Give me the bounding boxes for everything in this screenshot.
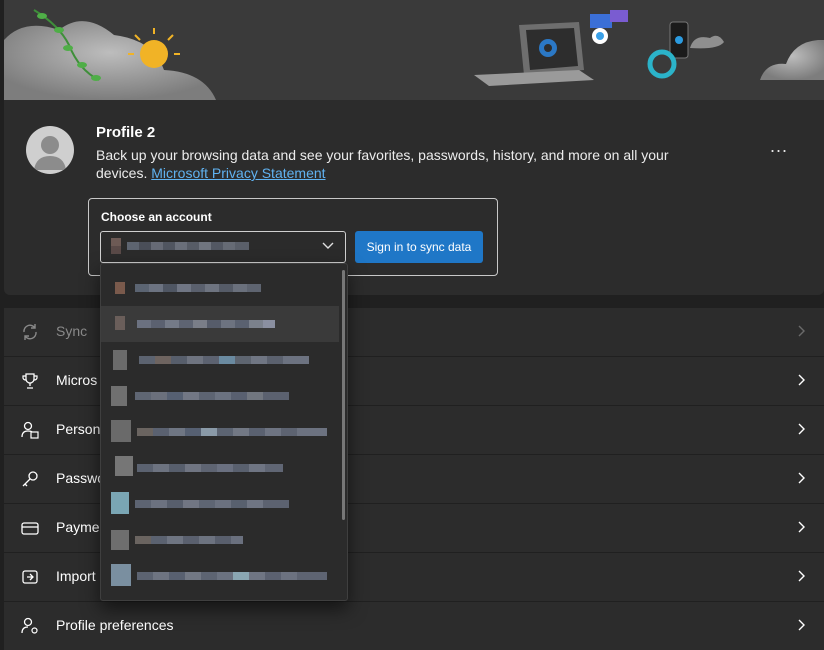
sign-in-sync-button[interactable]: Sign in to sync data [355, 231, 483, 263]
account-option[interactable] [101, 342, 339, 378]
account-dropdown-list [100, 263, 348, 601]
account-option[interactable] [101, 270, 339, 306]
redacted-account-text [111, 420, 327, 442]
account-option[interactable] [101, 522, 339, 558]
selected-account-redacted [111, 238, 249, 254]
account-option[interactable] [101, 486, 339, 522]
dropdown-scrollbar[interactable] [342, 270, 345, 520]
account-option[interactable] [101, 414, 339, 450]
chevron-right-icon [798, 619, 805, 631]
choose-account-label: Choose an account [101, 210, 212, 224]
settings-row-label: Sync [56, 323, 88, 339]
redacted-account-text [111, 564, 327, 586]
redacted-account-text [115, 316, 275, 330]
redacted-account-text [115, 456, 283, 476]
credit-card-icon [21, 522, 39, 535]
settings-row-label: Import [56, 568, 96, 584]
account-select[interactable] [100, 231, 346, 263]
avatar-icon [34, 136, 66, 170]
chevron-down-icon [322, 242, 334, 249]
account-option[interactable] [101, 450, 339, 486]
account-option[interactable] [101, 306, 339, 342]
chevron-right-icon [798, 570, 805, 582]
key-icon [22, 471, 38, 487]
chevron-right-icon [798, 472, 805, 484]
chevron-right-icon [798, 423, 805, 435]
privacy-statement-link[interactable]: Microsoft Privacy Statement [151, 165, 325, 181]
profile-description: Back up your browsing data and see your … [96, 146, 686, 182]
avatar [26, 126, 74, 174]
chevron-right-icon [798, 374, 805, 386]
sync-icon [23, 324, 37, 340]
profile-name: Profile 2 [96, 124, 156, 141]
more-options-button[interactable]: ... [766, 137, 792, 162]
redacted-account-text [111, 492, 289, 514]
settings-row-label: Micros [56, 372, 98, 388]
settings-row-profile-preferences[interactable]: Profile preferences [4, 602, 824, 650]
chevron-right-icon [798, 521, 805, 533]
redacted-account-text [115, 282, 261, 294]
profile-banner [4, 0, 824, 100]
trophy-icon [22, 373, 38, 389]
settings-row-label: Profile preferences [56, 617, 174, 633]
redacted-account-text [111, 386, 289, 406]
settings-row-label: Passwo [56, 470, 106, 486]
account-option[interactable] [101, 558, 339, 594]
profile-settings-icon [21, 617, 38, 634]
redacted-account-text [111, 530, 243, 550]
import-icon [22, 570, 38, 584]
account-option[interactable] [101, 378, 339, 414]
banner-illustration [4, 9, 824, 100]
redacted-account-text [113, 350, 309, 370]
chevron-right-icon [798, 325, 805, 337]
personal-info-icon [21, 421, 39, 439]
